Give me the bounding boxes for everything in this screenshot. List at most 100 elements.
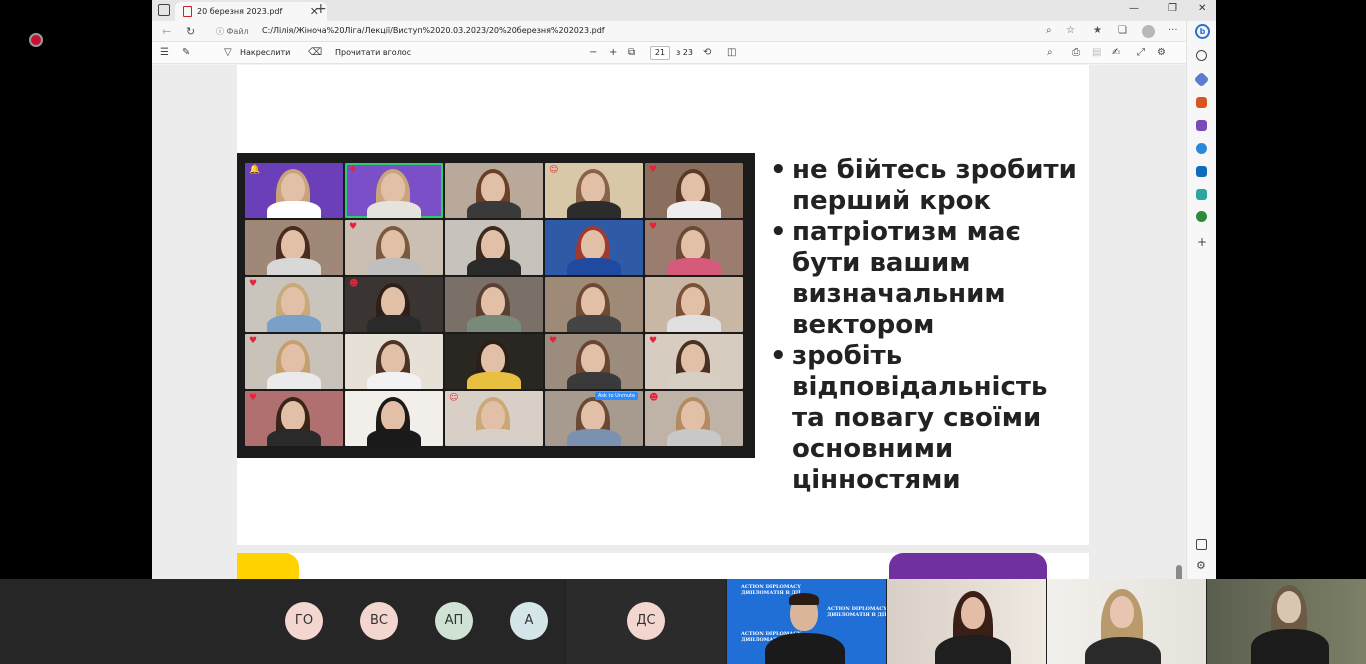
- profile-avatar[interactable]: [1142, 25, 1155, 38]
- favorite-add-icon[interactable]: ☆: [1066, 25, 1075, 36]
- browser-window: 20 березня 2023.pdf ✕ + — ❐ ✕ ← ↻ ⓘ Файл…: [152, 0, 1216, 579]
- fullscreen-icon[interactable]: ⤢: [1137, 47, 1145, 58]
- save-icon[interactable]: ▤: [1092, 47, 1101, 58]
- bullet-item: патріотизм має бути вашим визначальним в…: [770, 217, 1080, 341]
- tab-pdf[interactable]: 20 березня 2023.pdf ✕: [175, 2, 327, 21]
- url-field[interactable]: C:/Лілія/Жіноча%20Ліга/Лекції/Виступ%202…: [262, 26, 605, 35]
- yellow-shape: [237, 553, 299, 579]
- zoom-icon[interactable]: ⌕: [1046, 25, 1052, 36]
- minimize-button[interactable]: —: [1129, 3, 1139, 14]
- tile-face: [581, 287, 605, 317]
- sidebar-settings-icon[interactable]: ⚙: [1196, 559, 1206, 572]
- participant-video-tile[interactable]: ACTION DIPLOMACY ДИПЛОМАТІЯ В ДІЇ ACTION…: [727, 579, 886, 664]
- send-icon[interactable]: [1196, 189, 1207, 200]
- shopping-icon[interactable]: [1193, 71, 1210, 88]
- participant-initials[interactable]: ДС: [627, 602, 665, 640]
- zoom-video-tile: [545, 220, 643, 275]
- tree-icon[interactable]: [1196, 211, 1207, 222]
- zoom-out-button[interactable]: −: [589, 47, 597, 58]
- highlight-icon[interactable]: ✎: [182, 47, 190, 58]
- office-icon[interactable]: [1196, 143, 1207, 154]
- zoom-video-tile: [445, 334, 543, 389]
- zoom-video-tile: ☻: [645, 391, 743, 446]
- reaction-heart-icon: ♥: [649, 336, 658, 346]
- zoom-gallery-grid: 🔔 ✚ ☺ ♥ ♥ ♥ ♥ ☻ ♥ ♥ ♥ ♥ ☺ Ask to Unmute ☻: [245, 163, 745, 450]
- slide-bullet-list: не бійтесь зробити перший крок патріотиз…: [770, 155, 1080, 496]
- zoom-video-tile: ♥: [345, 220, 443, 275]
- participants-strip: ГО ВС АП А ДС ACTION DIPLOMACY ДИПЛОМАТІ…: [0, 579, 1366, 664]
- collections-icon[interactable]: ❏: [1118, 25, 1127, 36]
- zoom-video-tile: [445, 277, 543, 332]
- tile-face: [681, 344, 705, 374]
- reaction-heart-icon: ☻: [649, 393, 659, 403]
- participant-initials[interactable]: ВС: [360, 602, 398, 640]
- screen: 20 березня 2023.pdf ✕ + — ❐ ✕ ← ↻ ⓘ Файл…: [0, 0, 1366, 664]
- tile-body: [667, 201, 721, 218]
- print-icon[interactable]: ⎙: [1072, 47, 1080, 58]
- draw-icon[interactable]: ▽: [224, 47, 232, 58]
- draw-button[interactable]: Накреслити: [240, 48, 290, 57]
- page-number-input[interactable]: 21: [650, 46, 670, 60]
- rotate-button[interactable]: ⟲: [703, 47, 711, 58]
- games-icon[interactable]: [1196, 120, 1207, 131]
- participant-video-tile[interactable]: [1047, 579, 1206, 664]
- site-info-button[interactable]: ⓘ Файл: [216, 26, 249, 37]
- read-aloud-button[interactable]: Прочитати вголос: [335, 48, 411, 57]
- zoom-video-tile: ♥: [245, 277, 343, 332]
- zoom-video-tile: ♥: [245, 334, 343, 389]
- back-button[interactable]: ←: [162, 25, 171, 38]
- page-view-icon[interactable]: ◫: [727, 47, 736, 58]
- reaction-heart-icon: ♥: [649, 222, 658, 232]
- tools-icon[interactable]: [1196, 97, 1207, 108]
- more-menu-button[interactable]: ···: [1168, 25, 1178, 36]
- tile-face: [481, 401, 505, 431]
- outlook-icon[interactable]: [1196, 166, 1207, 177]
- tile-body: [667, 429, 721, 446]
- tile-body: [367, 372, 421, 389]
- tile-face: [481, 344, 505, 374]
- participant-initials[interactable]: АП: [435, 602, 473, 640]
- tile-body: [467, 429, 521, 446]
- maximize-button[interactable]: ❐: [1168, 3, 1177, 14]
- reaction-heart-icon: ☻: [349, 279, 359, 289]
- zoom-gallery-image: 🔔 ✚ ☺ ♥ ♥ ♥ ♥ ☻ ♥ ♥ ♥ ♥ ☺ Ask to Unmute ☻: [237, 153, 755, 458]
- tile-body: [467, 258, 521, 275]
- zoom-video-tile: Ask to Unmute: [545, 391, 643, 446]
- new-tab-button[interactable]: +: [315, 1, 327, 17]
- zoom-video-tile: ♥: [545, 334, 643, 389]
- zoom-video-tile: [545, 277, 643, 332]
- zoom-video-tile: [445, 220, 543, 275]
- tile-body: [667, 258, 721, 275]
- reaction-heart-icon: ♥: [249, 279, 258, 289]
- participant-tile: ДС: [566, 579, 726, 664]
- participant-video-tile[interactable]: [1207, 579, 1366, 664]
- save-as-icon[interactable]: ✍: [1112, 47, 1120, 58]
- participant-initials[interactable]: ГО: [285, 602, 323, 640]
- tab-bar: 20 березня 2023.pdf ✕ + — ❐ ✕: [152, 0, 1216, 21]
- reaction-heart-icon: ♥: [249, 336, 258, 346]
- tile-body: [567, 372, 621, 389]
- settings-icon[interactable]: ⚙: [1157, 47, 1166, 58]
- reaction-heart-icon: ♥: [249, 393, 258, 403]
- favorites-icon[interactable]: ★: [1093, 25, 1102, 36]
- search-icon[interactable]: ⌕: [1047, 47, 1053, 58]
- next-pdf-page: [237, 553, 1089, 579]
- scrollbar-thumb[interactable]: [1176, 565, 1182, 579]
- zoom-video-tile: ☻: [345, 277, 443, 332]
- close-window-button[interactable]: ✕: [1198, 3, 1206, 14]
- participant-initials[interactable]: А: [510, 602, 548, 640]
- fit-page-icon[interactable]: ⧉: [628, 47, 635, 58]
- pdf-viewer[interactable]: 🔔 ✚ ☺ ♥ ♥ ♥ ♥ ☻ ♥ ♥ ♥ ♥ ☺ Ask to Unmute ☻ не бійтесь з…: [152, 65, 1186, 579]
- zoom-in-button[interactable]: +: [609, 47, 617, 58]
- reload-button[interactable]: ↻: [186, 25, 195, 38]
- sidebar-layout-icon[interactable]: [1196, 539, 1207, 550]
- reaction-heart-icon: ♥: [349, 222, 358, 232]
- ad-banner-line: ДИПЛОМАТІЯ В ДІЇ: [827, 612, 886, 618]
- contents-icon[interactable]: ☰: [160, 47, 169, 58]
- copilot-icon[interactable]: b: [1195, 24, 1210, 39]
- participant-video-tile[interactable]: [887, 579, 1046, 664]
- search-sidebar-icon[interactable]: [1196, 50, 1207, 61]
- workspaces-icon[interactable]: [158, 4, 170, 16]
- eraser-icon[interactable]: ⌫: [308, 47, 322, 58]
- add-sidebar-app-icon[interactable]: +: [1197, 235, 1207, 249]
